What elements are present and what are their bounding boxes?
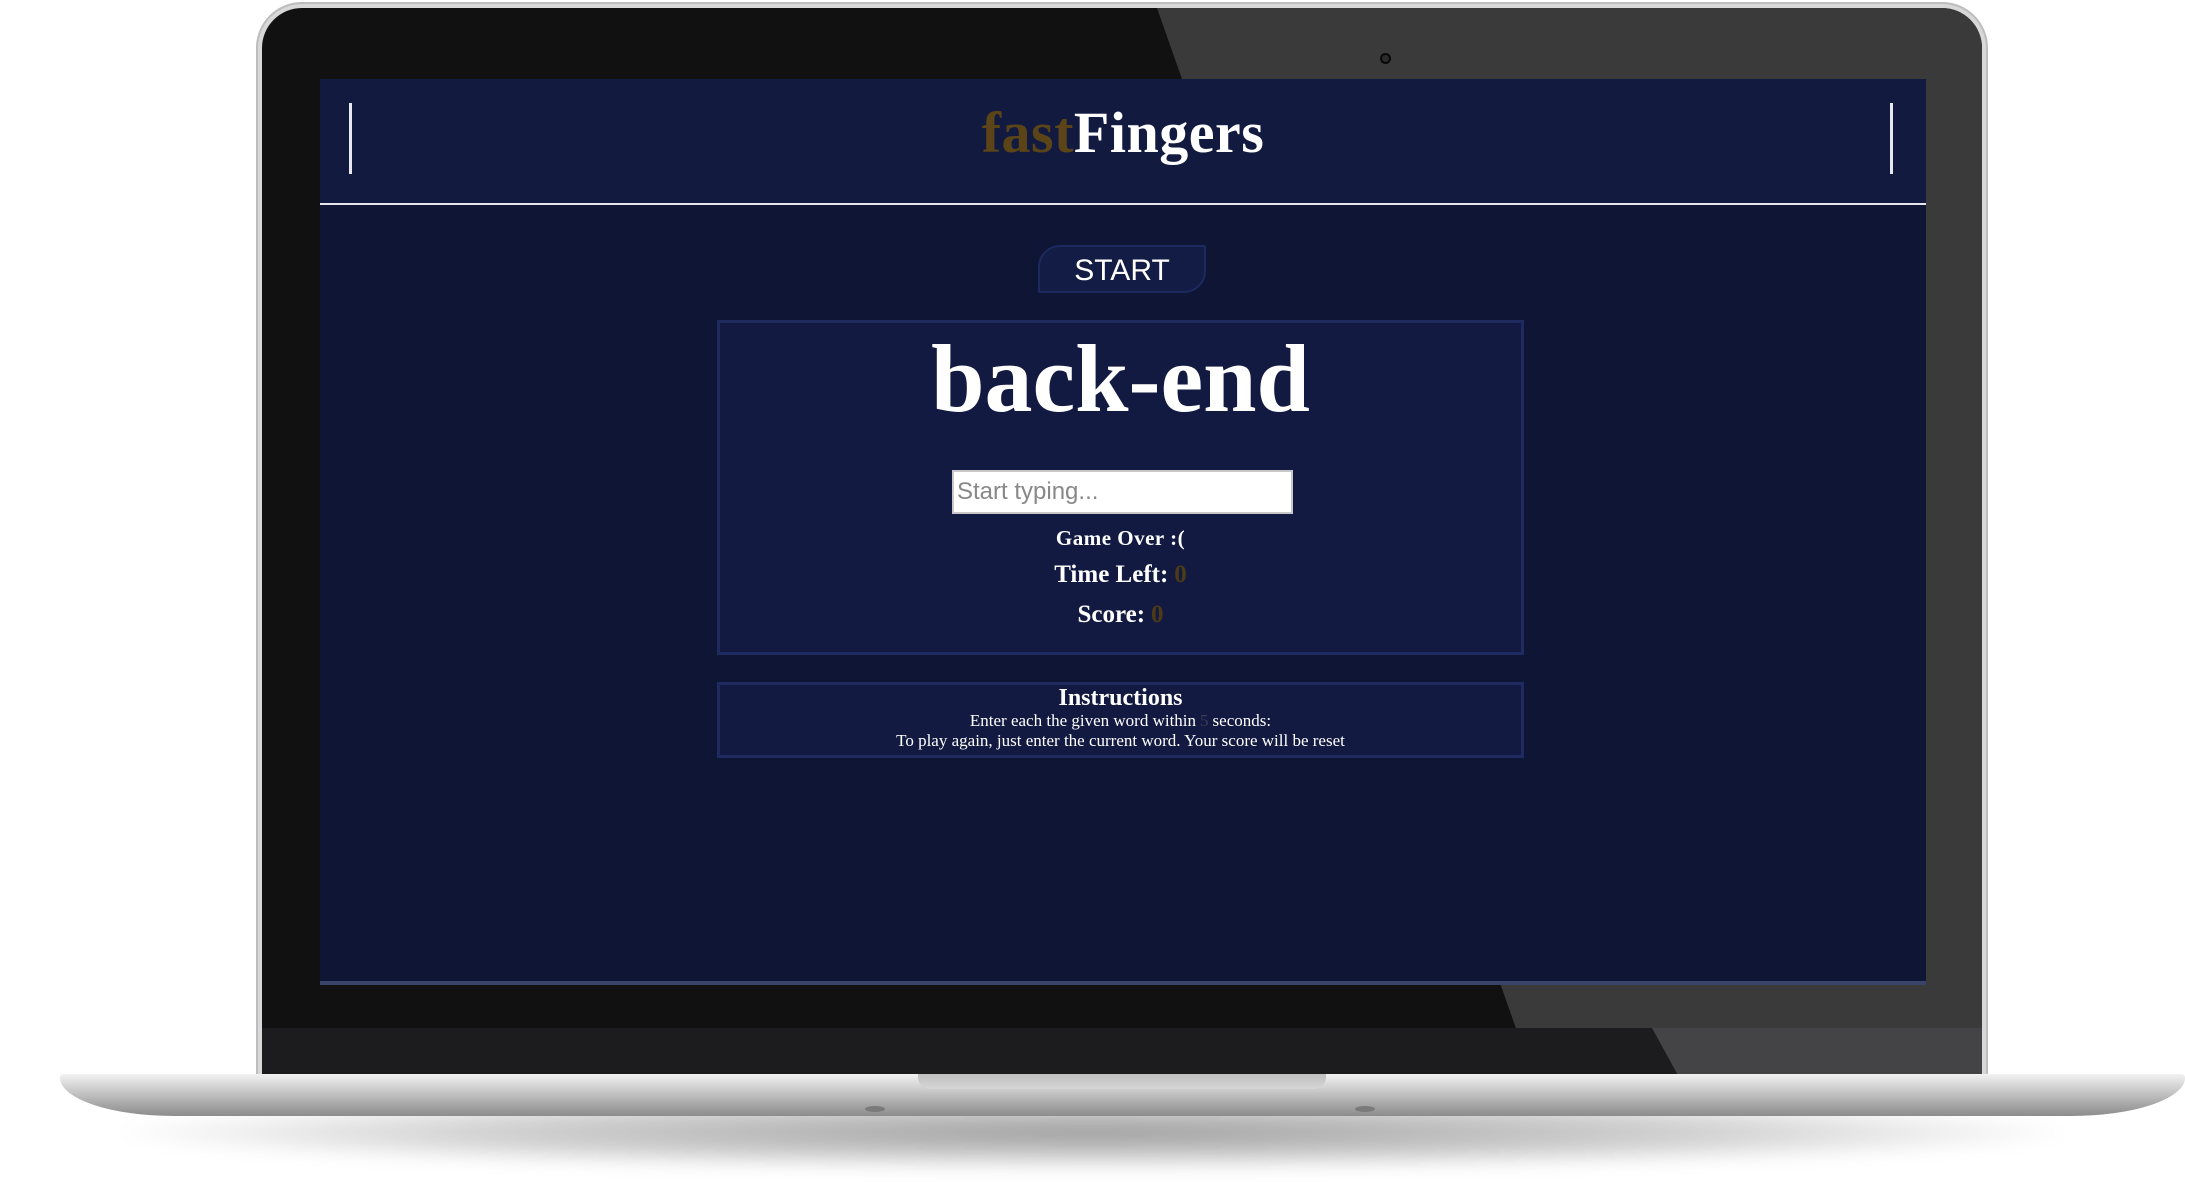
score-label: Score: <box>1077 601 1146 628</box>
instructions-panel: Instructions Enter each the given word w… <box>717 682 1524 758</box>
webcam-icon <box>1380 53 1391 64</box>
time-left-value: 0 <box>1174 561 1187 588</box>
app-screen: fastFingers START back-end Game Over :( … <box>320 79 1926 985</box>
instructions-line-1-suffix: seconds: <box>1212 711 1272 731</box>
instructions-line-1: Enter each the given word within 5 seconds… <box>720 711 1521 731</box>
instructions-line-1-prefix: Enter each the given word within <box>969 711 1197 731</box>
time-left: Time Left: 0 <box>720 561 1521 589</box>
laptop-base-notch <box>918 1074 1326 1089</box>
header-divider-right <box>1890 103 1893 174</box>
laptop-mockup: fastFingers START back-end Game Over :( … <box>0 0 2185 1197</box>
instructions-title: Instructions <box>1058 685 1183 711</box>
laptop-foot <box>865 1106 885 1112</box>
time-left-label: Time Left: <box>1054 561 1169 588</box>
current-word: back-end <box>931 325 1310 432</box>
app-brand: fastFingers <box>320 101 1926 165</box>
brand-fast: fast <box>981 100 1074 165</box>
score: Score: 0 <box>720 601 1521 629</box>
screen-bottom-edge <box>320 981 1926 985</box>
seconds-value: 5 <box>1200 711 1209 731</box>
instructions-line-2: To play again, just enter the current wo… <box>896 730 1345 750</box>
app-header: fastFingers <box>320 79 1926 205</box>
game-panel: back-end Game Over :( Time Left:0 Score:… <box>717 320 1524 655</box>
laptop-foot <box>1355 1106 1375 1112</box>
game-message: Game Over :( <box>1055 526 1186 550</box>
start-button[interactable]: START <box>1038 245 1206 293</box>
score-value: 0 <box>1151 601 1164 628</box>
word-input[interactable] <box>952 470 1293 514</box>
brand-fingers: Fingers <box>1073 100 1265 165</box>
